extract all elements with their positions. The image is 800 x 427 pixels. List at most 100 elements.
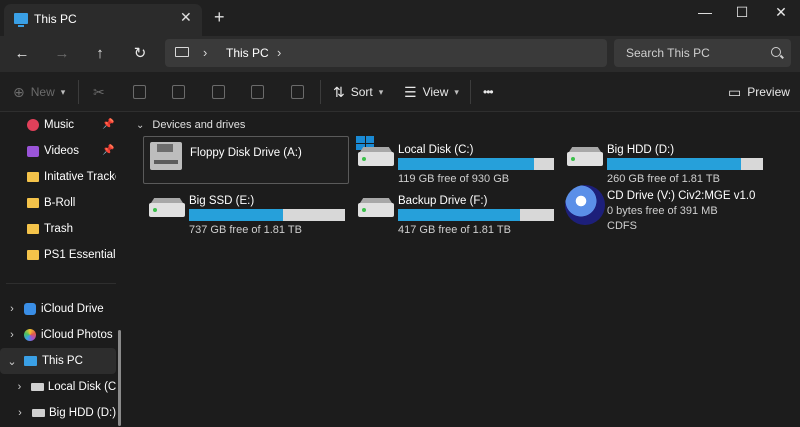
sidebar-item-label: B-Roll xyxy=(44,197,76,209)
sort-label: Sort xyxy=(350,85,373,99)
photos-icon xyxy=(24,329,36,341)
search-icon xyxy=(771,47,781,57)
sidebar-item-trash[interactable]: Trash xyxy=(0,216,116,242)
drive-tile-backup-f[interactable]: Backup Drive (F:) 417 GB free of 1.81 TB xyxy=(352,187,558,236)
close-tab-icon[interactable]: ✕ xyxy=(180,9,192,26)
chevron-down-icon[interactable]: ⌄ xyxy=(6,355,18,368)
drive-free-space: 119 GB free of 930 GB xyxy=(398,173,510,185)
paste-icon[interactable] xyxy=(172,85,185,99)
breadcrumb-chevron-icon[interactable]: › xyxy=(277,45,281,60)
tab-title: This PC xyxy=(34,12,77,26)
rename-icon[interactable] xyxy=(212,85,225,99)
chevron-right-icon[interactable]: › xyxy=(6,303,18,315)
sidebar-item-icloud-drive[interactable]: › iCloud Drive xyxy=(0,296,116,322)
maximize-button[interactable]: ☐ xyxy=(727,4,757,24)
breadcrumb-this-pc[interactable]: This PC xyxy=(226,46,269,60)
delete-icon[interactable] xyxy=(291,85,304,99)
new-button[interactable]: ⊕ New ▾ xyxy=(13,82,65,102)
monitor-icon xyxy=(175,47,189,57)
drive-tile-big-ssd-e[interactable]: Big SSD (E:) 737 GB free of 1.81 TB xyxy=(143,187,349,236)
new-label: New xyxy=(30,85,55,99)
command-bar: ⊕ New ▾ ✂ ⇅ Sort ▾ ☰ View ▾ ••• ▭ Previe… xyxy=(0,72,800,112)
section-header-devices[interactable]: ⌄ Devices and drives xyxy=(136,119,245,131)
drive-tile-floppy-a[interactable]: Floppy Disk Drive (A:) xyxy=(143,136,349,184)
sidebar-item-videos[interactable]: Videos 📌 xyxy=(0,138,116,164)
sidebar-item-icloud-photos[interactable]: › iCloud Photos xyxy=(0,322,116,348)
sidebar-item-label: iCloud Photos xyxy=(41,329,113,341)
chevron-right-icon[interactable]: › xyxy=(6,329,18,341)
pin-icon: 📌 xyxy=(102,145,115,156)
sidebar-item-label: PS1 Essential MS xyxy=(44,249,116,261)
sidebar-item-label: Music xyxy=(44,119,75,131)
drive-name: Floppy Disk Drive (A:) xyxy=(190,147,302,159)
title-bar: This PC ✕ + — ☐ ✕ xyxy=(0,0,800,36)
view-button[interactable]: ☰ View ▾ xyxy=(404,82,459,102)
copy-icon[interactable] xyxy=(133,85,146,99)
disk-icon xyxy=(567,152,603,166)
sidebar-item-this-pc[interactable]: ⌄ This PC xyxy=(0,348,116,374)
new-tab-button[interactable]: + xyxy=(214,8,225,26)
cut-button[interactable]: ✂ xyxy=(93,82,105,102)
drive-name: Backup Drive (F:) xyxy=(398,195,488,207)
disk-icon xyxy=(358,203,394,217)
sidebar-item-label: Initative Tracker xyxy=(44,171,116,183)
plus-icon: ⊕ xyxy=(13,84,25,100)
more-options-button[interactable]: ••• xyxy=(483,82,494,102)
up-button[interactable]: ↑ xyxy=(88,43,112,65)
divider xyxy=(78,80,79,104)
breadcrumb-chevron-icon[interactable]: › xyxy=(203,45,207,60)
sidebar-item-label: This PC xyxy=(42,355,83,367)
videos-icon xyxy=(27,145,39,157)
folder-icon xyxy=(27,224,39,234)
drive-usage-fill xyxy=(189,209,283,221)
sidebar-item-label: Trash xyxy=(44,223,73,235)
drive-tile-cd-v[interactable]: CD Drive (V:) Civ2:MGE v1.0 0 bytes free… xyxy=(561,185,767,235)
refresh-button[interactable]: ↻ xyxy=(128,43,152,65)
drive-usage-fill xyxy=(398,209,520,221)
sidebar-item-initative-tracker[interactable]: Initative Tracker xyxy=(0,164,116,190)
sidebar-item-label: Videos xyxy=(44,145,79,157)
minimize-button[interactable]: — xyxy=(690,4,720,24)
monitor-icon xyxy=(14,13,28,27)
drive-name: CD Drive (V:) Civ2:MGE v1.0 xyxy=(607,190,756,202)
monitor-icon xyxy=(24,356,37,366)
preview-button[interactable]: ▭ Preview xyxy=(728,82,790,102)
chevron-down-icon: ⌄ xyxy=(136,119,145,131)
address-bar[interactable]: › This PC › xyxy=(165,39,607,67)
sidebar-item-b-roll[interactable]: B-Roll xyxy=(0,190,116,216)
view-icon: ☰ xyxy=(404,84,417,100)
sidebar-item-local-disk-c[interactable]: › Local Disk (C:) xyxy=(0,374,116,400)
divider xyxy=(320,80,321,104)
sidebar-item-big-hdd-d[interactable]: › Big HDD (D:) xyxy=(0,400,116,426)
folder-icon xyxy=(27,172,39,182)
drive-usage-bar xyxy=(398,158,554,170)
chevron-down-icon: ▾ xyxy=(60,86,66,97)
sidebar-item-ps1-essential[interactable]: PS1 Essential MS xyxy=(0,242,116,268)
drive-filesystem: CDFS xyxy=(607,220,637,232)
sidebar-item-music[interactable]: Music 📌 xyxy=(0,112,116,138)
drive-tile-local-disk-c[interactable]: Local Disk (C:) 119 GB free of 930 GB xyxy=(352,136,558,185)
chevron-right-icon[interactable]: › xyxy=(14,381,25,393)
back-button[interactable]: ← xyxy=(10,43,34,65)
disk-icon xyxy=(358,152,394,166)
sidebar-scrollbar[interactable] xyxy=(118,330,121,426)
divider xyxy=(470,80,471,104)
chevron-right-icon[interactable]: › xyxy=(14,407,26,419)
search-input[interactable]: Search This PC xyxy=(626,46,710,60)
drive-usage-bar xyxy=(189,209,345,221)
folder-icon xyxy=(27,198,39,208)
search-box[interactable]: Search This PC xyxy=(614,39,791,67)
share-icon[interactable] xyxy=(251,85,264,99)
sort-button[interactable]: ⇅ Sort ▾ xyxy=(333,82,383,102)
drive-tile-big-hdd-d[interactable]: Big HDD (D:) 260 GB free of 1.81 TB xyxy=(561,136,767,185)
tab-this-pc[interactable]: This PC ✕ xyxy=(4,4,202,36)
music-icon xyxy=(27,119,39,131)
scissors-icon: ✂ xyxy=(93,84,105,100)
close-button[interactable]: ✕ xyxy=(766,4,796,24)
disk-icon xyxy=(30,383,44,391)
forward-button[interactable]: → xyxy=(50,43,74,65)
drive-usage-fill xyxy=(607,158,742,170)
drive-name: Big SSD (E:) xyxy=(189,195,255,207)
drive-free-space: 0 bytes free of 391 MB xyxy=(607,205,718,217)
drive-usage-bar xyxy=(398,209,554,221)
